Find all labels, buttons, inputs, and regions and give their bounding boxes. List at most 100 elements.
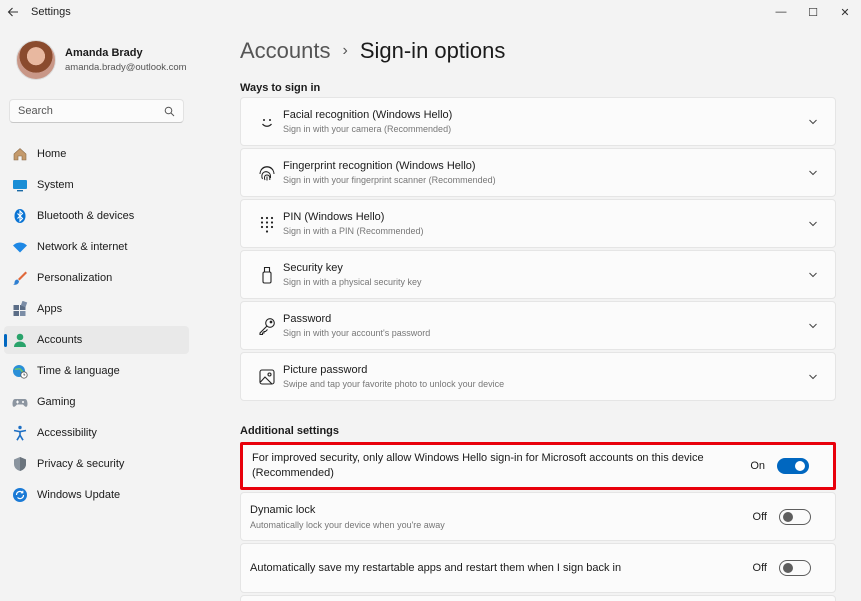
title-bar: Settings — ☐ ✕: [0, 0, 861, 24]
search-input[interactable]: [18, 105, 164, 117]
key-icon: [257, 316, 277, 336]
close-button[interactable]: ✕: [829, 0, 861, 24]
option-title: PIN (Windows Hello): [283, 211, 385, 223]
sidebar-item-windows-update[interactable]: Windows Update: [4, 481, 189, 509]
sign-in-option-security-key[interactable]: Security key Sign in with a physical sec…: [240, 250, 836, 299]
option-title: Fingerprint recognition (Windows Hello): [283, 160, 476, 172]
sidebar-item-time-language[interactable]: Time & language: [4, 357, 189, 385]
back-arrow-icon: [7, 7, 18, 17]
profile-text: Amanda Brady amanda.brady@outlook.com: [65, 47, 187, 73]
setting-restartable-apps: Automatically save my restartable apps a…: [240, 543, 836, 593]
setting-title: Automatically save my restartable apps a…: [250, 561, 622, 574]
dynamic-lock-toggle[interactable]: [779, 508, 811, 525]
option-title: Security key: [283, 262, 343, 274]
toggle-knob: [783, 511, 793, 522]
breadcrumb: Accounts › Sign-in options: [240, 38, 505, 64]
sign-in-option-pin[interactable]: PIN (Windows Hello) Sign in with a PIN (…: [240, 199, 836, 248]
section-title-additional-settings: Additional settings: [240, 425, 339, 437]
sidebar-item-label: Bluetooth & devices: [37, 210, 135, 222]
chevron-down-icon[interactable]: [801, 374, 825, 380]
windows-hello-only-toggle[interactable]: [777, 458, 809, 474]
option-title: Password: [283, 313, 332, 325]
user-profile[interactable]: Amanda Brady amanda.brady@outlook.com: [16, 40, 187, 80]
chevron-down-icon[interactable]: [801, 323, 825, 329]
setting-next-partial: [240, 595, 836, 601]
chevron-down-icon[interactable]: [801, 170, 825, 176]
home-icon: [11, 145, 29, 163]
toggle-state-label: Off: [752, 510, 767, 523]
sidebar-item-label: Time & language: [37, 365, 120, 377]
gamepad-icon: [11, 393, 29, 411]
sidebar-item-home[interactable]: Home: [4, 140, 189, 168]
sidebar-item-label: Accessibility: [37, 427, 97, 439]
option-title: Picture password: [283, 364, 368, 376]
main-content: Accounts › Sign-in options Ways to sign …: [240, 24, 836, 601]
sidebar-item-label: Windows Update: [37, 489, 121, 501]
globe-clock-icon: [11, 362, 29, 380]
setting-title: Dynamic lock: [250, 504, 316, 516]
sidebar-item-privacy-security[interactable]: Privacy & security: [4, 450, 189, 478]
sidebar-item-label: Gaming: [37, 396, 76, 408]
chevron-down-icon[interactable]: [801, 119, 825, 125]
sidebar-item-personalization[interactable]: Personalization: [4, 264, 189, 292]
sidebar-item-label: Home: [37, 148, 67, 160]
option-subtitle: Sign in with a PIN (Recommended): [283, 226, 424, 236]
sidebar-item-label: System: [37, 179, 74, 191]
toggle-knob: [783, 563, 793, 573]
sidebar-item-label: Personalization: [37, 272, 113, 284]
pin-keypad-icon: [257, 214, 277, 234]
option-subtitle: Sign in with your account's password: [283, 328, 431, 338]
back-button[interactable]: [1, 0, 25, 24]
sidebar-item-system[interactable]: System: [4, 171, 189, 199]
apps-icon: [11, 300, 29, 318]
sidebar-item-network[interactable]: Network & internet: [4, 233, 189, 261]
face-icon: [257, 112, 277, 132]
sidebar-item-apps[interactable]: Apps: [4, 295, 189, 323]
accessibility-icon: [11, 424, 29, 442]
sign-in-option-password[interactable]: Password Sign in with your account's pas…: [240, 301, 836, 350]
setting-subtitle: Automatically lock your device when you'…: [250, 520, 445, 530]
setting-windows-hello-only: For improved security, only allow Window…: [240, 442, 836, 490]
toggle-knob: [795, 461, 805, 471]
page-title: Sign-in options: [359, 38, 506, 63]
toggle-state-label: Off: [752, 562, 767, 574]
chevron-down-icon[interactable]: [801, 221, 825, 227]
picture-icon: [257, 367, 277, 387]
sidebar-item-label: Privacy & security: [37, 458, 125, 470]
monitor-icon: [11, 176, 29, 194]
search-box[interactable]: [9, 99, 184, 123]
profile-name: Amanda Brady: [65, 47, 143, 59]
window-controls: — ☐ ✕: [765, 0, 861, 24]
wifi-icon: [11, 238, 29, 256]
sidebar-item-bluetooth[interactable]: Bluetooth & devices: [4, 202, 189, 230]
setting-title: For improved security, only allow Window…: [252, 452, 704, 479]
update-icon: [11, 486, 29, 504]
sign-in-option-fingerprint[interactable]: Fingerprint recognition (Windows Hello) …: [240, 148, 836, 197]
restartable-apps-toggle[interactable]: [779, 560, 811, 576]
chevron-down-icon[interactable]: [801, 272, 825, 278]
minimize-button[interactable]: —: [765, 0, 797, 24]
sign-in-option-facial-recognition[interactable]: Facial recognition (Windows Hello) Sign …: [240, 97, 836, 146]
sidebar-item-gaming[interactable]: Gaming: [4, 388, 189, 416]
option-subtitle: Swipe and tap your favorite photo to unl…: [283, 379, 505, 389]
sidebar-item-accounts[interactable]: Accounts: [4, 326, 189, 354]
profile-email: amanda.brady@outlook.com: [65, 62, 187, 73]
option-title: Facial recognition (Windows Hello): [283, 109, 453, 121]
option-subtitle: Sign in with your fingerprint scanner (R…: [283, 175, 496, 185]
maximize-button[interactable]: ☐: [797, 0, 829, 24]
sidebar-item-accessibility[interactable]: Accessibility: [4, 419, 189, 447]
toggle-state-label: On: [750, 460, 765, 472]
usb-key-icon: [257, 265, 277, 285]
sidebar-item-label: Network & internet: [37, 241, 128, 253]
search-icon[interactable]: [164, 106, 175, 117]
option-subtitle: Sign in with a physical security key: [283, 277, 422, 287]
breadcrumb-parent[interactable]: Accounts: [240, 38, 331, 64]
sidebar-nav: Home System Bluetooth & devices Network …: [4, 140, 189, 512]
breadcrumb-separator: ›: [342, 42, 348, 59]
shield-icon: [11, 455, 29, 473]
fingerprint-icon: [257, 163, 277, 183]
setting-dynamic-lock[interactable]: Dynamic lock Automatically lock your dev…: [240, 492, 836, 541]
section-title-ways-to-sign-in: Ways to sign in: [240, 82, 321, 94]
sign-in-option-picture-password[interactable]: Picture password Swipe and tap your favo…: [240, 352, 836, 401]
sidebar: Amanda Brady amanda.brady@outlook.com Ho…: [0, 24, 198, 601]
